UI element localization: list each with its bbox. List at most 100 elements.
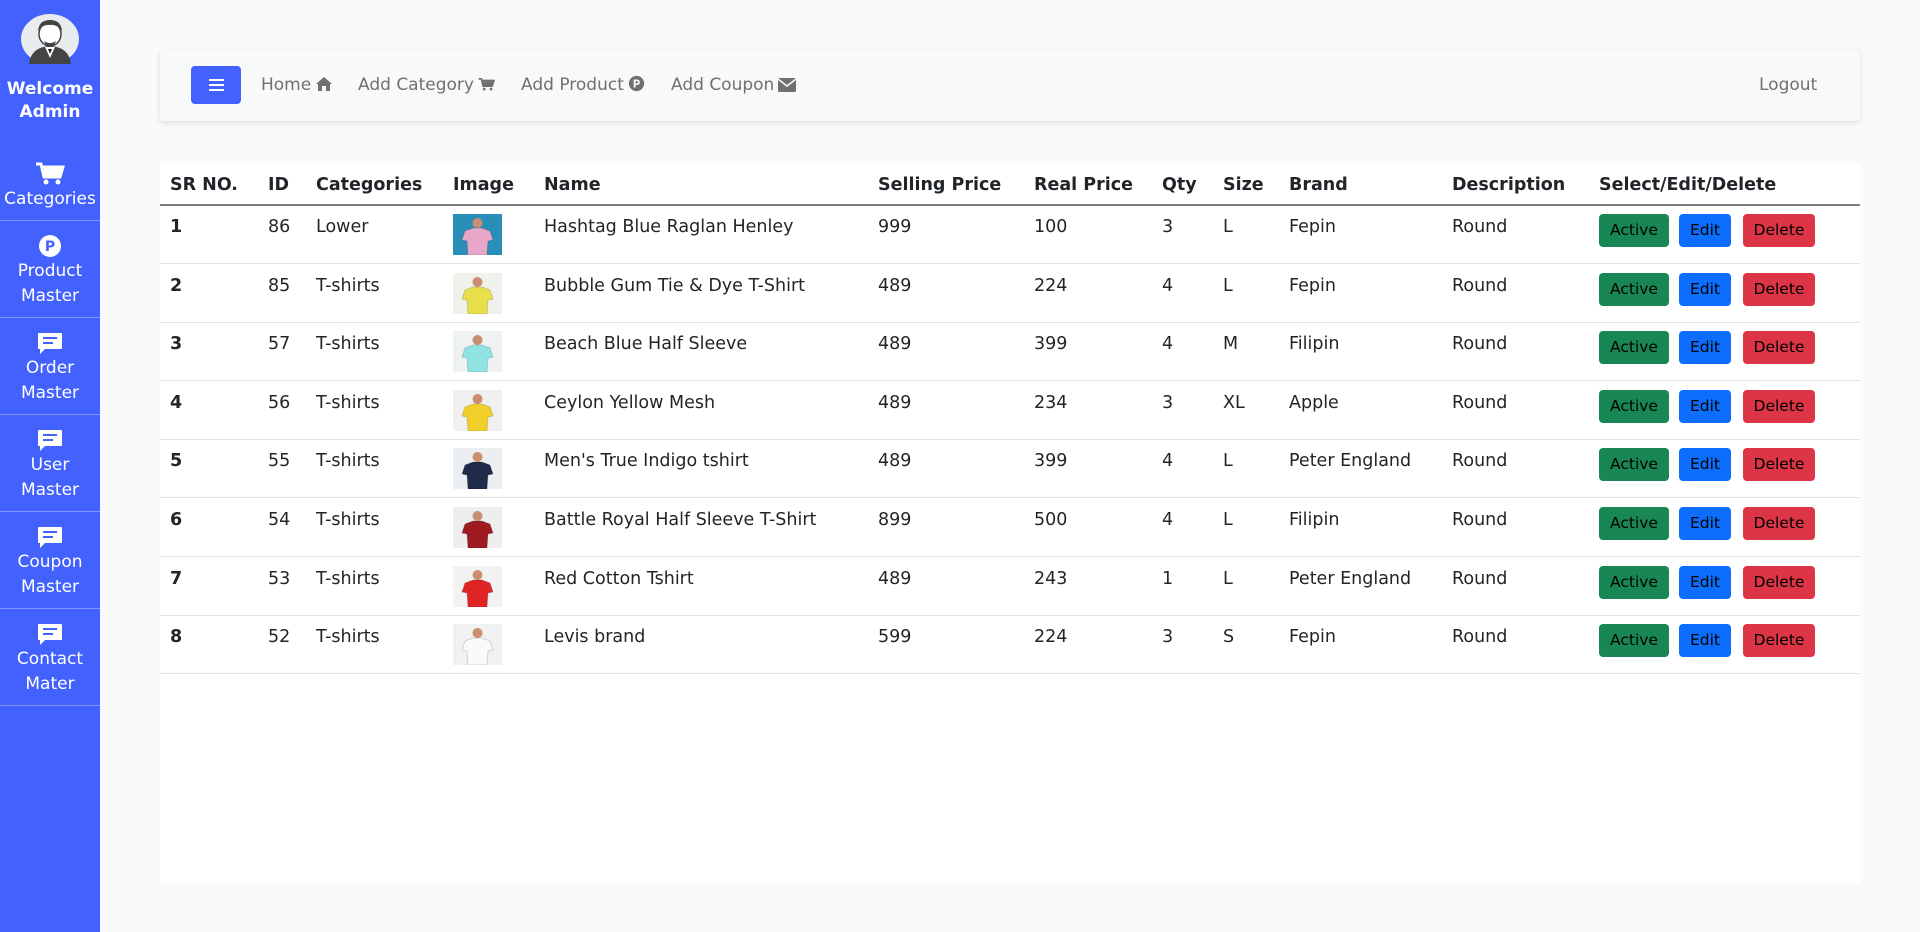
sidebar-item-coupon-master[interactable]: Coupon Master: [0, 512, 100, 609]
nav-add-category-link[interactable]: Add Category: [358, 74, 495, 96]
cell-category: T-shirts: [316, 334, 380, 355]
delete-button[interactable]: Delete: [1743, 507, 1815, 540]
sidebar-item-label: Master: [20, 286, 80, 306]
cell-id: 53: [268, 568, 291, 589]
column-header-id: ID: [268, 175, 290, 195]
cell-brand: Fepin: [1289, 275, 1336, 296]
cell-qty: 3: [1162, 627, 1174, 648]
nav-home-link[interactable]: Home: [261, 74, 333, 96]
cell-description: Round: [1452, 510, 1508, 530]
edit-button[interactable]: Edit: [1679, 565, 1731, 599]
message-icon: [38, 527, 62, 548]
cell-id: 55: [268, 451, 291, 472]
edit-button[interactable]: Edit: [1679, 272, 1731, 306]
cell-size: L: [1223, 451, 1233, 472]
cell-real-price: 500: [1034, 510, 1068, 530]
delete-button[interactable]: Delete: [1743, 565, 1815, 599]
sidebar-item-label: Categories: [4, 189, 96, 209]
edit-button[interactable]: Edit: [1679, 507, 1731, 540]
active-button[interactable]: Active: [1599, 507, 1669, 540]
cell-selling-price: 489: [878, 568, 912, 589]
product-thumbnail-image: [453, 507, 502, 548]
cell-category: T-shirts: [316, 275, 380, 296]
delete-button[interactable]: Delete: [1743, 331, 1815, 365]
active-button[interactable]: Active: [1599, 448, 1669, 482]
cell-id: 86: [268, 217, 291, 237]
edit-button[interactable]: Edit: [1679, 389, 1731, 423]
cell-id: 52: [268, 627, 291, 648]
delete-button[interactable]: Delete: [1743, 214, 1815, 247]
cell-name: Hashtag Blue Raglan Henley: [544, 217, 794, 237]
sidebar-item-categories[interactable]: Categories: [0, 148, 100, 221]
edit-button[interactable]: Edit: [1679, 331, 1731, 365]
top-navbar: Home Add Category Add Product P Add Coupo…: [160, 50, 1860, 121]
product-p-icon: P: [628, 75, 645, 92]
cell-category: T-shirts: [316, 510, 380, 530]
active-button[interactable]: Active: [1599, 389, 1669, 423]
cell-description: Round: [1452, 568, 1508, 589]
active-button[interactable]: Active: [1599, 331, 1669, 365]
cell-category: T-shirts: [316, 451, 380, 472]
cell-selling-price: 599: [878, 627, 912, 648]
active-button[interactable]: Active: [1599, 565, 1669, 599]
sidebar-item-label: Master: [20, 480, 80, 500]
cell-real-price: 399: [1034, 334, 1068, 355]
edit-button[interactable]: Edit: [1679, 214, 1731, 247]
cell-name: Battle Royal Half Sleeve T-Shirt: [544, 510, 817, 530]
active-button[interactable]: Active: [1599, 624, 1669, 658]
logout-link[interactable]: Logout: [1759, 74, 1817, 96]
cell-brand: Filipin: [1289, 334, 1340, 355]
cell-selling-price: 489: [878, 392, 912, 413]
column-header-description: Description: [1452, 175, 1566, 195]
cell-name: Men's True Indigo tshirt: [544, 451, 749, 472]
cell-qty: 1: [1162, 568, 1174, 589]
sidebar-item-contact-mater[interactable]: Contact Mater: [0, 609, 100, 706]
product-thumbnail-image: [453, 331, 502, 373]
active-button[interactable]: Active: [1599, 214, 1669, 247]
cell-category: T-shirts: [316, 392, 380, 413]
cell-id: 54: [268, 510, 291, 530]
product-thumbnail-image: [453, 389, 502, 431]
sidebar-item-user-master[interactable]: User Master: [0, 415, 100, 512]
cell-qty: 4: [1162, 275, 1174, 296]
svg-text:P: P: [45, 239, 55, 255]
delete-button[interactable]: Delete: [1743, 624, 1815, 658]
envelope-icon: [777, 78, 797, 92]
cell-category: T-shirts: [316, 627, 380, 648]
cell-name: Ceylon Yellow Mesh: [544, 392, 716, 413]
menu-toggle-button[interactable]: [191, 66, 241, 104]
cell-real-price: 224: [1034, 627, 1068, 648]
cell-selling-price: 489: [878, 334, 912, 355]
cell-selling-price: 899: [878, 510, 912, 530]
cell-description: Round: [1452, 451, 1508, 472]
sidebar-item-label: Mater: [25, 674, 75, 694]
delete-button[interactable]: Delete: [1743, 272, 1815, 306]
active-button[interactable]: Active: [1599, 272, 1669, 306]
welcome-text: Welcome Admin: [6, 79, 94, 122]
column-header-categories: Categories: [316, 175, 423, 195]
edit-button[interactable]: Edit: [1679, 448, 1731, 482]
cell-brand: Fepin: [1289, 217, 1336, 237]
cell-real-price: 399: [1034, 451, 1068, 472]
cell-description: Round: [1452, 275, 1508, 296]
sidebar-item-order-master[interactable]: Order Master: [0, 318, 100, 415]
column-header-name: Name: [544, 175, 601, 195]
table-row: 5 55 T-shirts Men's True Indigo tshirt 489 39…: [160, 440, 1860, 499]
product-thumbnail-image: [453, 448, 502, 490]
nav-add-coupon-link[interactable]: Add Coupon: [671, 74, 797, 96]
delete-button[interactable]: Delete: [1743, 389, 1815, 423]
edit-button[interactable]: Edit: [1679, 624, 1731, 658]
nav-add-product-link[interactable]: Add Product P: [521, 74, 645, 96]
message-icon: [38, 624, 62, 645]
cell-selling-price: 489: [878, 451, 912, 472]
table-row: 2 85 T-shirts Bubble Gum Tie & Dye T-Shirt 4…: [160, 265, 1860, 323]
hamburger-icon: [209, 79, 224, 81]
delete-button[interactable]: Delete: [1743, 448, 1815, 482]
sidebar-item-label: Master: [20, 577, 80, 597]
cell-size: L: [1223, 568, 1233, 589]
cell-size: L: [1223, 217, 1233, 237]
cell-sr-no: 2: [170, 275, 183, 296]
product-thumbnail-image: [453, 624, 502, 666]
admin-avatar-icon: [21, 14, 79, 64]
sidebar-item-product-master[interactable]: P Product Master: [0, 221, 100, 318]
